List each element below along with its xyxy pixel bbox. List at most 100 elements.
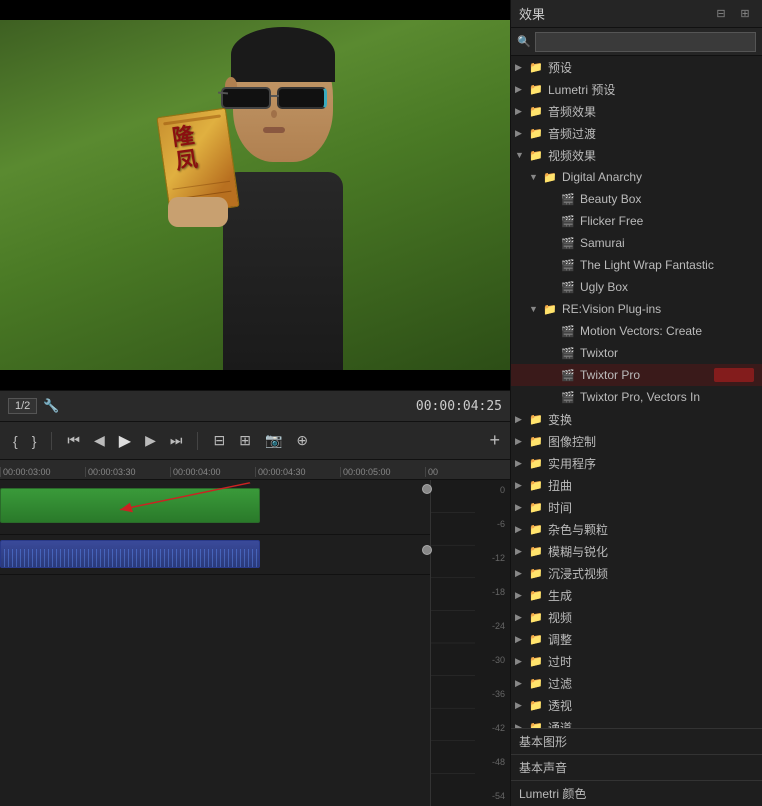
tree-item-twixtor-pro[interactable]: ▶ 🎬 Twixtor Pro [511, 364, 762, 386]
black-bar-top [0, 0, 510, 20]
right-panel: 效果 ⊟ ⊞ 🔍 ▶ 📁 预设 ▶ 📁 Lumetri 预设 ▶ 📁 音频效果 [510, 0, 762, 806]
step-fwd-button[interactable]: ▶ [142, 430, 159, 451]
label-samurai: Samurai [580, 236, 625, 250]
tree-item-presets[interactable]: ▶ 📁 预设 [511, 56, 762, 78]
panel-icon-1[interactable]: ⊟ [712, 5, 730, 23]
ruler-mark-5: 00:00:05:00 [340, 467, 425, 477]
go-to-in-button[interactable]: ⏮ [64, 430, 83, 451]
label-beauty-box: Beauty Box [580, 192, 641, 206]
video-preview: 隆凤 [0, 0, 510, 390]
essential-sound-section[interactable]: 基本声音 [511, 754, 762, 780]
tree-item-flicker-free[interactable]: ▶ 🎬 Flicker Free [511, 210, 762, 232]
level-30: -30 [475, 655, 505, 665]
label-utilities: 实用程序 [548, 455, 596, 472]
transport-bar: 1/2 🔧 00:00:04:25 [0, 390, 510, 422]
folder-icon-filter: 📁 [529, 677, 545, 690]
expand-utilities: ▶ [515, 458, 529, 469]
panel-icon-2[interactable]: ⊞ [736, 5, 754, 23]
tree-item-audio-effects[interactable]: ▶ 📁 音频效果 [511, 100, 762, 122]
label-filter: 过滤 [548, 675, 572, 692]
tree-item-blur-sharpen[interactable]: ▶ 📁 模糊与锐化 [511, 540, 762, 562]
label-perspective: 透视 [548, 697, 572, 714]
folder-icon-perspective: 📁 [529, 699, 545, 712]
timeline-ruler: 00:00:03:00 00:00:03:30 00:00:04:00 00:0… [0, 460, 510, 480]
add-button[interactable]: + [489, 430, 500, 451]
tree-item-audio-transitions[interactable]: ▶ 📁 音频过渡 [511, 122, 762, 144]
level-36: -36 [475, 689, 505, 699]
settings-button[interactable]: ⊕ [293, 430, 311, 451]
wrench-icon[interactable]: 🔧 [43, 398, 59, 414]
tree-item-distort[interactable]: ▶ 📁 扭曲 [511, 474, 762, 496]
expand-noise-grain: ▶ [515, 524, 529, 535]
lumetri-color-section[interactable]: Lumetri 颜色 [511, 780, 762, 806]
tree-item-light-wrap[interactable]: ▶ 🎬 The Light Wrap Fantastic [511, 254, 762, 276]
label-noise-grain: 杂色与颗粒 [548, 521, 608, 538]
tree-item-revision-plugins[interactable]: ▼ 📁 RE:Vision Plug-ins [511, 298, 762, 320]
level-area: 0 -6 -12 -18 -24 -30 -36 -42 -48 -54 [430, 480, 510, 806]
tree-item-time[interactable]: ▶ 📁 时间 [511, 496, 762, 518]
cursor-highlight [714, 368, 754, 382]
label-twixtor-pro: Twixtor Pro [580, 368, 640, 382]
mark-out-button[interactable]: } [29, 431, 40, 451]
level-54: -54 [475, 791, 505, 801]
expand-time: ▶ [515, 502, 529, 513]
tree-item-ugly-box[interactable]: ▶ 🎬 Ugly Box [511, 276, 762, 298]
level-labels: 0 -6 -12 -18 -24 -30 -36 -42 -48 -54 [475, 480, 505, 806]
go-to-out-button[interactable]: ⏭ [167, 430, 186, 451]
tree-item-transform[interactable]: ▶ 📁 变换 [511, 408, 762, 430]
tree-item-beauty-box[interactable]: ▶ 🎬 Beauty Box [511, 188, 762, 210]
video-clip[interactable] [0, 488, 260, 523]
expand-immersive: ▶ [515, 568, 529, 579]
file-icon-flicker-free: 🎬 [561, 215, 577, 228]
file-icon-twixtor: 🎬 [561, 347, 577, 360]
tree-item-samurai[interactable]: ▶ 🎬 Samurai [511, 232, 762, 254]
audio-track-lane [0, 535, 430, 575]
step-back-button[interactable]: ◀ [91, 430, 108, 451]
expand-video-effects: ▼ [515, 150, 529, 160]
tree-item-twixtor-pro-vectors[interactable]: ▶ 🎬 Twixtor Pro, Vectors In [511, 386, 762, 408]
insert-button[interactable]: ⊟ [210, 430, 228, 451]
tree-item-filter[interactable]: ▶ 📁 过滤 [511, 672, 762, 694]
tree-item-video-effects[interactable]: ▼ 📁 视频效果 [511, 144, 762, 166]
tree-item-channel[interactable]: ▶ 📁 通道 [511, 716, 762, 728]
ruler-mark-1: 00:00:03:00 [0, 467, 85, 477]
tree-item-generate[interactable]: ▶ 📁 生成 [511, 584, 762, 606]
tree-item-perspective[interactable]: ▶ 📁 透视 [511, 694, 762, 716]
essential-graphics-section[interactable]: 基本图形 [511, 728, 762, 754]
expand-distort: ▶ [515, 480, 529, 491]
playhead-top [422, 484, 432, 494]
expand-generate: ▶ [515, 590, 529, 601]
label-obsolete: 过时 [548, 653, 572, 670]
tree-item-adjust[interactable]: ▶ 📁 调整 [511, 628, 762, 650]
tree-item-video[interactable]: ▶ 📁 视频 [511, 606, 762, 628]
tree-item-digital-anarchy[interactable]: ▼ 📁 Digital Anarchy [511, 166, 762, 188]
folder-icon-generate: 📁 [529, 589, 545, 602]
tree-item-immersive-video[interactable]: ▶ 📁 沉浸式视频 [511, 562, 762, 584]
label-audio-transitions: 音频过渡 [548, 125, 596, 142]
tree-item-twixtor[interactable]: ▶ 🎬 Twixtor [511, 342, 762, 364]
label-revision-plugins: RE:Vision Plug-ins [562, 302, 661, 316]
export-frame-button[interactable]: 📷 [262, 430, 285, 451]
search-input[interactable] [535, 32, 756, 52]
expand-presets: ▶ [515, 62, 529, 73]
overwrite-button[interactable]: ⊞ [236, 430, 254, 451]
tree-item-motion-vectors[interactable]: ▶ 🎬 Motion Vectors: Create [511, 320, 762, 342]
black-bar-bottom [0, 370, 510, 390]
tree-item-utilities[interactable]: ▶ 📁 实用程序 [511, 452, 762, 474]
tree-item-lumetri-presets[interactable]: ▶ 📁 Lumetri 预设 [511, 78, 762, 100]
timeline-area: 00:00:03:00 00:00:03:30 00:00:04:00 00:0… [0, 460, 510, 806]
folder-icon-time: 📁 [529, 501, 545, 514]
mark-in-button[interactable]: { [10, 431, 21, 451]
tree-item-noise-grain[interactable]: ▶ 📁 杂色与颗粒 [511, 518, 762, 540]
audio-clip[interactable] [0, 540, 260, 568]
ruler-mark-4: 00:00:04:30 [255, 467, 340, 477]
tree-item-obsolete[interactable]: ▶ 📁 过时 [511, 650, 762, 672]
play-button[interactable]: ▶ [116, 429, 134, 453]
ruler-mark-2: 00:00:03:30 [85, 467, 170, 477]
expand-perspective: ▶ [515, 700, 529, 711]
expand-audio-transitions: ▶ [515, 128, 529, 139]
file-icon-twixtor-pro: 🎬 [561, 369, 577, 382]
file-icon-samurai: 🎬 [561, 237, 577, 250]
label-video: 视频 [548, 609, 572, 626]
tree-item-image-control[interactable]: ▶ 📁 图像控制 [511, 430, 762, 452]
